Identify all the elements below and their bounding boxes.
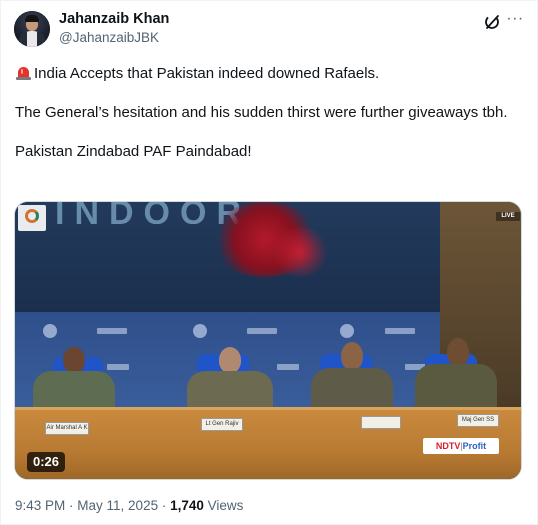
channel-logo [18,205,46,231]
backdrop-label [385,328,415,334]
live-tag: LIVE [496,212,520,221]
siren-icon [15,65,32,80]
tweet-card: Jahanzaib Khan @JahanzaibJBK ··· India A… [0,0,538,525]
backdrop-logo [193,324,207,338]
backdrop-logo [43,324,57,338]
post-date[interactable]: May 11, 2025 [77,498,158,513]
backdrop-label [97,328,127,334]
meta-separator: · [158,498,171,513]
broadcaster-suffix: Profit [462,441,487,451]
grok-icon[interactable] [483,13,501,31]
video-duration-badge: 0:26 [27,452,65,472]
more-icon[interactable]: ··· [505,11,525,31]
nameplate: Lt Gen Rajiv Ghai [201,418,243,431]
post-line-2: The General’s hesitation and his sudden … [15,104,508,121]
meta-separator: · [65,498,78,513]
views-count[interactable]: 1,740 [170,498,204,513]
broadcaster-logo: NDTV|Profit [423,438,499,454]
author-name[interactable]: Jahanzaib Khan [59,11,169,27]
post-line-1-text: India Accepts that Pakistan indeed downe… [34,65,380,82]
post-metadata: 9:43 PM · May 11, 2025 · 1,740 Views [15,498,243,513]
video-player[interactable]: INDOOR Air Marshal A K Lt Gen Rajiv Maj … [14,201,522,480]
nameplate: Air Marshal A K Bharti [45,422,89,435]
broadcaster-name: NDTV [435,441,461,451]
avatar[interactable] [14,11,50,47]
nameplate [361,416,401,429]
post-line-1: India Accepts that Pakistan indeed downe… [15,64,520,84]
author-handle[interactable]: @JahanzaibJBK [59,30,159,45]
backdrop-label [247,328,277,334]
post-text: India Accepts that Pakistan indeed downe… [15,64,520,162]
backdrop-label [107,364,129,370]
post-line-3: Pakistan Zindabad PAF Paindabad! [15,143,252,160]
post-time[interactable]: 9:43 PM [15,498,65,513]
video-splash-graphic-2 [270,227,330,277]
views-label: Views [203,498,244,513]
nameplate: Maj Gen SS Sharda [457,414,499,427]
backdrop-logo [340,324,354,338]
backdrop-label [277,364,299,370]
